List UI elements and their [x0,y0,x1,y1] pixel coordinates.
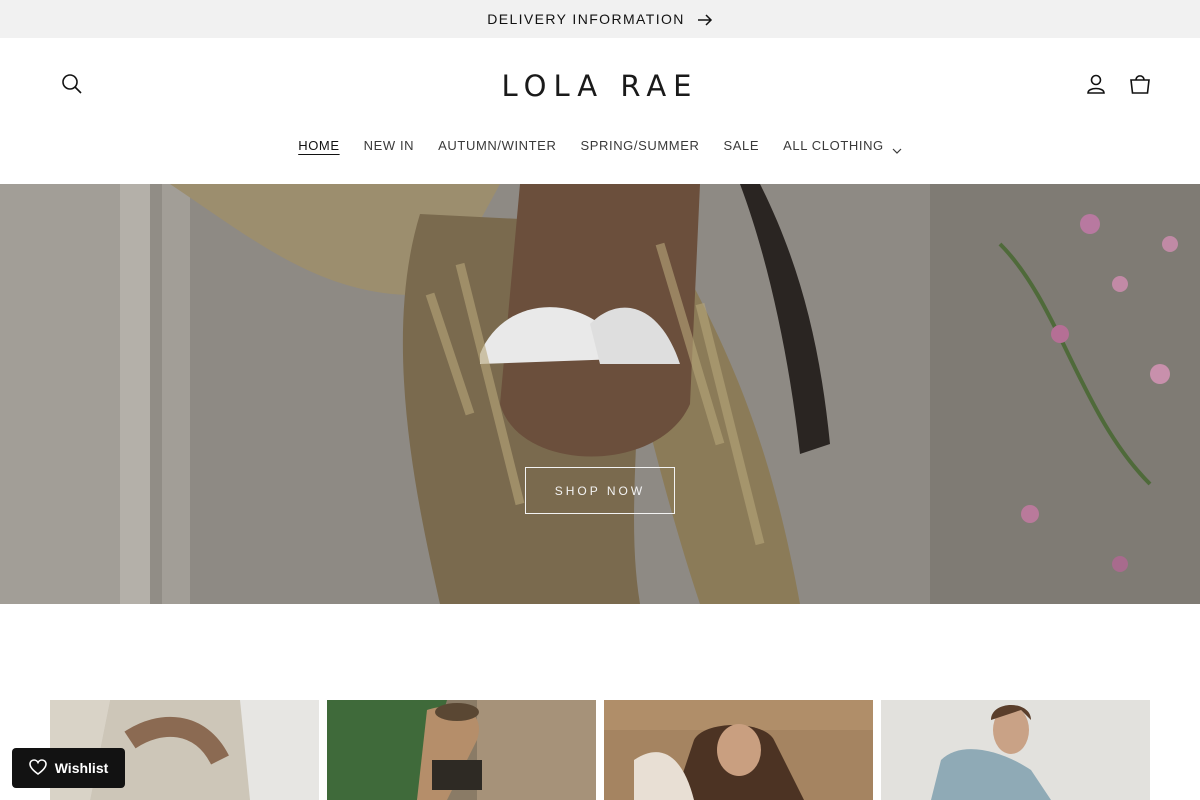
announcement-text[interactable]: DELIVERY INFORMATION [487,11,685,27]
search-icon [61,73,83,100]
main-nav: HOME NEW IN AUTUMN/WINTER SPRING/SUMMER … [0,134,1200,156]
site-logo[interactable]: LOLA RAE [450,64,750,108]
hero-banner[interactable]: SHOP NOW [0,184,1200,604]
product-image [881,700,1150,800]
nav-item-new-in[interactable]: NEW IN [352,138,427,153]
hero-image [0,184,1200,604]
nav-item-autumn-winter[interactable]: AUTUMN/WINTER [426,138,568,153]
product-card[interactable] [604,700,873,800]
wishlist-button[interactable]: Wishlist [12,748,125,788]
product-image [327,700,596,800]
nav-item-spring-summer[interactable]: SPRING/SUMMER [568,138,711,153]
product-card[interactable] [327,700,596,800]
heart-icon [28,758,47,778]
product-grid [50,700,1150,800]
nav-label: SALE [723,137,760,153]
product-image [604,700,873,800]
nav-label: ALL CLOTHING [783,137,884,153]
nav-item-home[interactable]: HOME [286,138,351,153]
cart-icon [1129,73,1151,100]
nav-item-sale[interactable]: SALE [711,138,771,153]
user-icon [1085,73,1107,100]
nav-label: HOME [298,137,340,153]
chevron-down-icon [892,142,902,154]
arrow-right-icon [697,13,713,26]
cart-button[interactable] [1118,64,1162,108]
account-button[interactable] [1074,64,1118,108]
product-card[interactable] [881,700,1150,800]
site-header: LOLA RAE HOME NEW IN AUTUMN/WINTER SPRIN… [0,38,1200,184]
nav-label: NEW IN [363,137,415,153]
shop-now-button[interactable]: SHOP NOW [525,467,675,514]
announcement-bar[interactable]: DELIVERY INFORMATION [0,0,1200,38]
nav-label: SPRING/SUMMER [580,137,700,153]
wishlist-label: Wishlist [54,760,109,776]
nav-label: AUTUMN/WINTER [438,137,557,153]
search-button[interactable] [50,64,94,108]
nav-item-all-clothing[interactable]: ALL CLOTHING [771,137,914,154]
